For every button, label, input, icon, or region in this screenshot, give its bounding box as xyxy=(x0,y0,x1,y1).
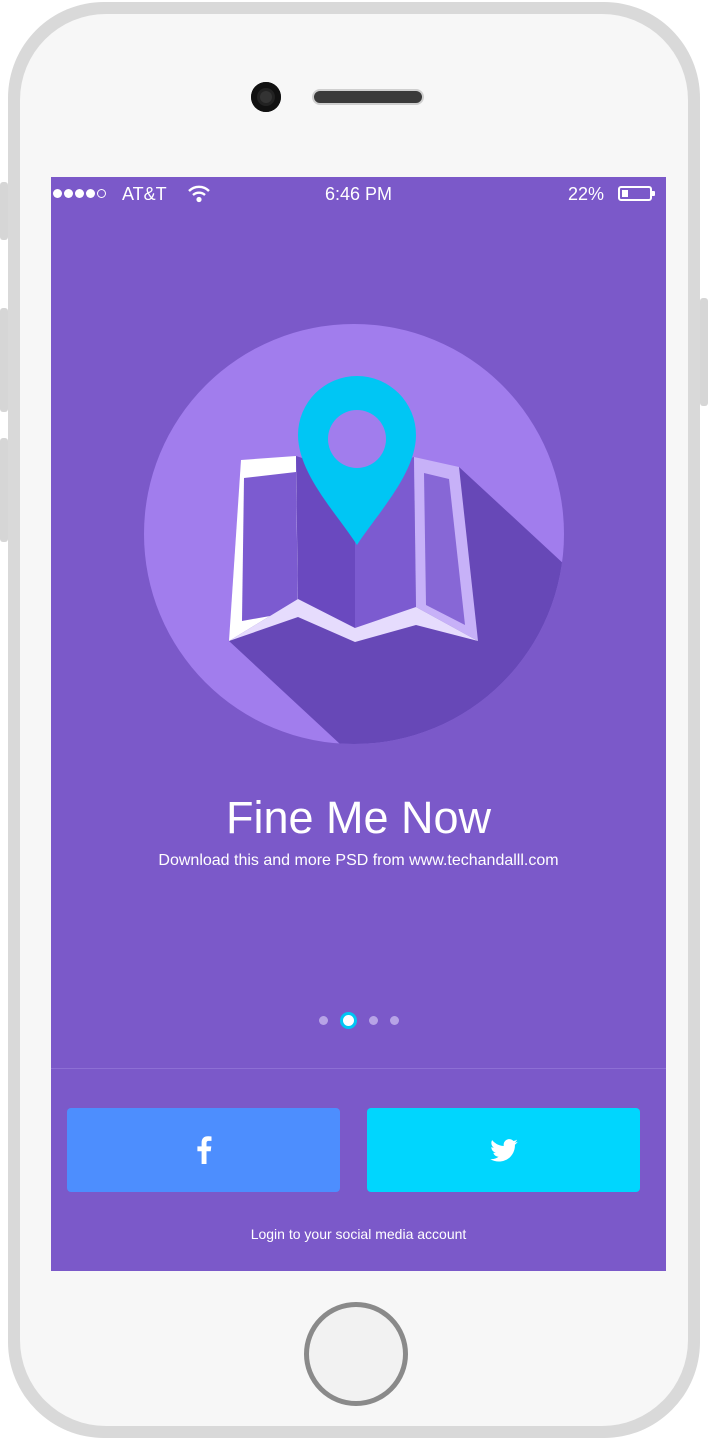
volume-up-button xyxy=(0,308,8,412)
page-dot-4[interactable] xyxy=(389,1016,399,1025)
app-subtitle: Download this and more PSD from www.tech… xyxy=(158,852,559,869)
power-button xyxy=(700,298,708,406)
home-button[interactable] xyxy=(304,1302,408,1406)
twitter-login-button[interactable] xyxy=(367,1108,640,1192)
page-dot-3[interactable] xyxy=(368,1016,378,1025)
page-indicator xyxy=(51,1012,666,1029)
twitter-icon xyxy=(489,1138,518,1162)
page-dot-1[interactable] xyxy=(318,1016,328,1025)
facebook-icon xyxy=(196,1136,211,1164)
mute-switch xyxy=(0,182,8,240)
map-illustration xyxy=(144,324,564,744)
social-login-caption: Login to your social media account xyxy=(250,1226,467,1242)
app-screen: AT&T 6:46 PM 22% Fine Me Now Download th… xyxy=(51,177,666,1271)
earpiece-speaker xyxy=(312,89,424,105)
facebook-login-button[interactable] xyxy=(67,1108,340,1192)
divider xyxy=(51,1068,666,1069)
page-dot-2-active[interactable] xyxy=(339,1012,357,1029)
front-camera xyxy=(251,82,281,112)
app-title: Fine Me Now xyxy=(225,792,492,843)
volume-down-button xyxy=(0,438,8,542)
